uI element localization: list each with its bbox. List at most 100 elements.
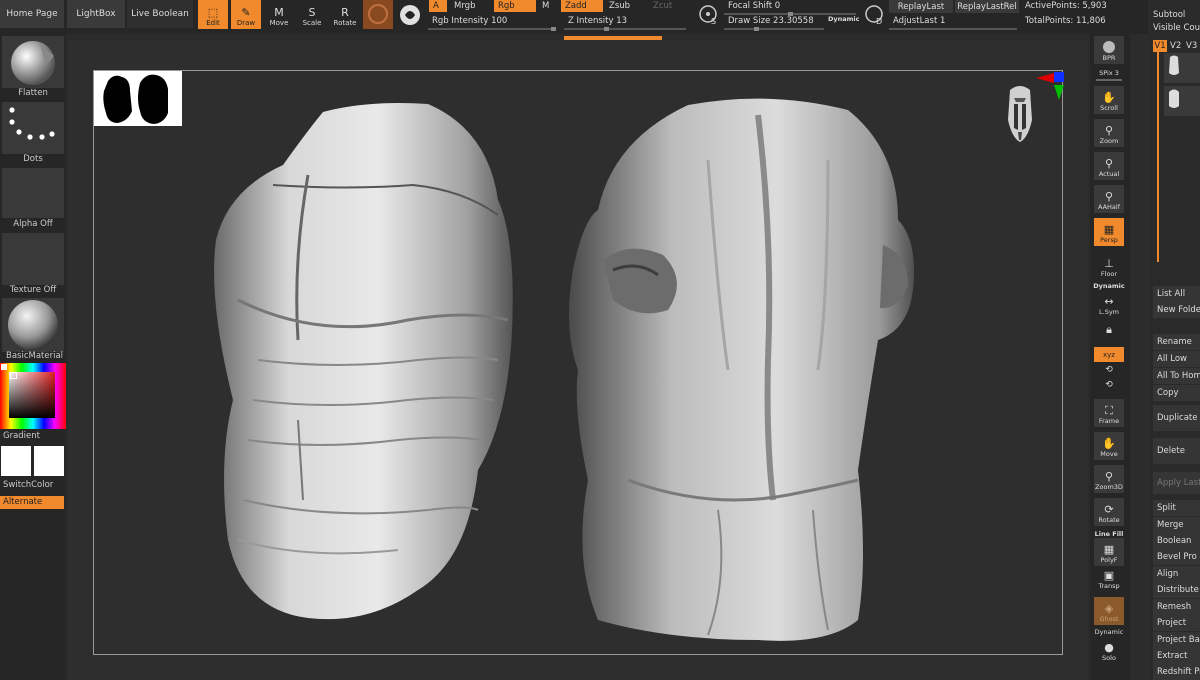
draw-size-slider[interactable]: Draw Size 23.30558 [724, 15, 824, 31]
stroke-tile[interactable] [2, 102, 64, 154]
aahalf-button[interactable]: ⚲ AAHalf [1094, 185, 1124, 213]
all-low-button[interactable]: All Low [1153, 351, 1200, 367]
main-color-swatch[interactable] [1, 446, 31, 476]
scale-tool-label: Scale [302, 19, 322, 27]
v2-tab[interactable]: V2 [1170, 40, 1184, 52]
zsub-toggle[interactable]: Zsub [605, 0, 647, 12]
draw-tool-button[interactable]: ✎ Draw [231, 0, 261, 29]
document-canvas[interactable] [68, 40, 1088, 680]
home-page-button[interactable]: Home Page [0, 0, 64, 28]
lock-button[interactable]: 🔒︎ [1094, 320, 1124, 338]
apply-last-button[interactable]: Apply Last [1153, 472, 1200, 494]
d-label: D [876, 17, 883, 26]
frame-button[interactable]: ⛶ Frame [1094, 399, 1124, 427]
ghost-icon: ◈ [1104, 602, 1114, 615]
bpr-button[interactable]: BPR [1094, 36, 1124, 64]
new-folder-button[interactable]: New Folder [1153, 302, 1200, 318]
scroll-button[interactable]: ✋ Scroll [1094, 86, 1124, 114]
transp-button[interactable]: ▣ Transp [1094, 564, 1124, 592]
polyframe-icon: ▦ [1103, 543, 1115, 556]
zadd-toggle[interactable]: Zadd [561, 0, 603, 12]
copy-button[interactable]: Copy [1153, 385, 1200, 401]
v1-tab[interactable]: V1 [1153, 40, 1167, 52]
color-cursor[interactable] [10, 372, 17, 379]
replay-last-button[interactable]: ReplayLast [889, 0, 953, 13]
actual-button[interactable]: ⚲ Actual [1094, 152, 1124, 180]
spix-slider[interactable]: SPix 3 [1090, 69, 1128, 77]
align-button[interactable]: Align [1153, 566, 1200, 582]
ghost-button[interactable]: ◈ Ghost [1094, 597, 1124, 625]
rotate-tool-button[interactable]: R Rotate [330, 0, 360, 29]
remesh-button[interactable]: Remesh [1153, 599, 1200, 615]
mrgb-toggle[interactable]: Mrgb [450, 0, 492, 12]
bevel-pro-button[interactable]: Bevel Pro [1153, 549, 1200, 565]
xyz-button[interactable]: xyz [1094, 347, 1124, 362]
right-shelf: BPR SPix 3 ✋ Scroll ⚲ Zoom ⚲ Actual ⚲ AA… [1090, 34, 1130, 680]
solo-button[interactable]: ● Solo [1094, 636, 1124, 664]
lsym-button[interactable]: ↔ L.Sym [1094, 290, 1124, 318]
alpha-tile[interactable] [2, 168, 64, 218]
rgb-intensity-slider[interactable]: Rgb Intensity 100 [428, 15, 556, 31]
edit-tool-button[interactable]: ⬚ Edit [198, 0, 228, 29]
head-model[interactable] [569, 98, 914, 641]
a-toggle[interactable]: A [429, 0, 447, 12]
delete-button[interactable]: Delete [1153, 438, 1200, 464]
sculpt-viewport[interactable] [68, 40, 1088, 680]
rotate-axis-y-button[interactable]: ⟲ [1094, 364, 1124, 378]
torso-model[interactable] [214, 103, 513, 620]
extract-button[interactable]: Extract [1153, 648, 1200, 664]
persp-button[interactable]: ▦ Persp [1094, 218, 1124, 246]
move-tool-button[interactable]: M Move [264, 0, 294, 29]
visible-count-slider[interactable]: Visible Count [1153, 21, 1200, 36]
rotate-view-button[interactable]: ⟳ Rotate [1094, 498, 1124, 526]
split-button[interactable]: Split [1153, 500, 1200, 516]
m-toggle[interactable]: M [538, 0, 556, 12]
zcut-toggle[interactable]: Zcut [649, 0, 691, 12]
z-intensity-slider[interactable]: Z Intensity 13 [564, 15, 686, 31]
replay-last-rel-button[interactable]: ReplayLastRel [955, 0, 1019, 13]
rename-button[interactable]: Rename [1153, 334, 1200, 350]
material-tile[interactable] [2, 298, 64, 352]
color-picker[interactable] [0, 363, 66, 429]
v3-tab[interactable]: V3 [1186, 40, 1200, 52]
list-all-button[interactable]: List All [1153, 286, 1200, 302]
rotate-axis-z-button[interactable]: ⟲ [1094, 379, 1124, 393]
floor-button[interactable]: ⊥ Floor [1094, 252, 1124, 280]
zoom3d-button[interactable]: ⚲ Zoom3D [1094, 465, 1124, 493]
brush-preview-tile[interactable] [2, 36, 64, 88]
live-boolean-button[interactable]: Live Boolean [127, 0, 193, 28]
zoom-button[interactable]: ⚲ Zoom [1094, 119, 1124, 147]
alternate-button[interactable]: Alternate [0, 496, 64, 509]
texture-tile[interactable] [2, 233, 64, 285]
subtool-scrollbar[interactable] [1157, 52, 1159, 262]
polyf-button[interactable]: ▦ PolyF [1094, 538, 1124, 566]
project-button[interactable]: Project [1153, 615, 1200, 631]
subtool-item-torso[interactable] [1164, 53, 1200, 83]
edit-tool-label: Edit [206, 19, 220, 27]
solo-label: Solo [1102, 654, 1116, 662]
brush-slot-button[interactable] [363, 0, 393, 29]
spix-track[interactable] [1096, 79, 1122, 81]
switch-color-button[interactable]: SwitchColor [0, 480, 66, 490]
adjust-last-slider[interactable]: AdjustLast 1 [889, 15, 1017, 30]
subtool-item-head[interactable] [1164, 86, 1200, 116]
project-basrelief-button[interactable]: Project BasRelief [1153, 632, 1200, 648]
merge-button[interactable]: Merge [1153, 517, 1200, 533]
all-to-home-button[interactable]: All To Home [1153, 368, 1200, 384]
lightbox-button[interactable]: LightBox [67, 0, 125, 28]
rgb-toggle[interactable]: Rgb [494, 0, 536, 12]
move-view-button[interactable]: ✋ Move [1094, 432, 1124, 460]
boolean-button[interactable]: Boolean [1153, 533, 1200, 549]
flatten-label: Flatten [18, 88, 48, 98]
move-hand-icon: ✋ [1102, 437, 1116, 450]
dynamic-toggle[interactable]: Dynamic [828, 15, 860, 23]
secondary-color-swatch[interactable] [34, 446, 64, 476]
scale-tool-button[interactable]: S Scale [297, 0, 327, 29]
subtool-panel: Subtool Visible Count V1 V2 V3 List All … [1150, 8, 1200, 680]
stroke-icon[interactable] [398, 3, 422, 27]
distribute-button[interactable]: Distribute [1153, 582, 1200, 598]
duplicate-button[interactable]: Duplicate [1153, 405, 1200, 431]
focal-shift-slider[interactable]: Focal Shift 0 [724, 0, 856, 16]
redshift-proxy-button[interactable]: Redshift Proxy [1153, 664, 1200, 680]
actual-zoom-icon: ⚲ [1104, 157, 1114, 170]
